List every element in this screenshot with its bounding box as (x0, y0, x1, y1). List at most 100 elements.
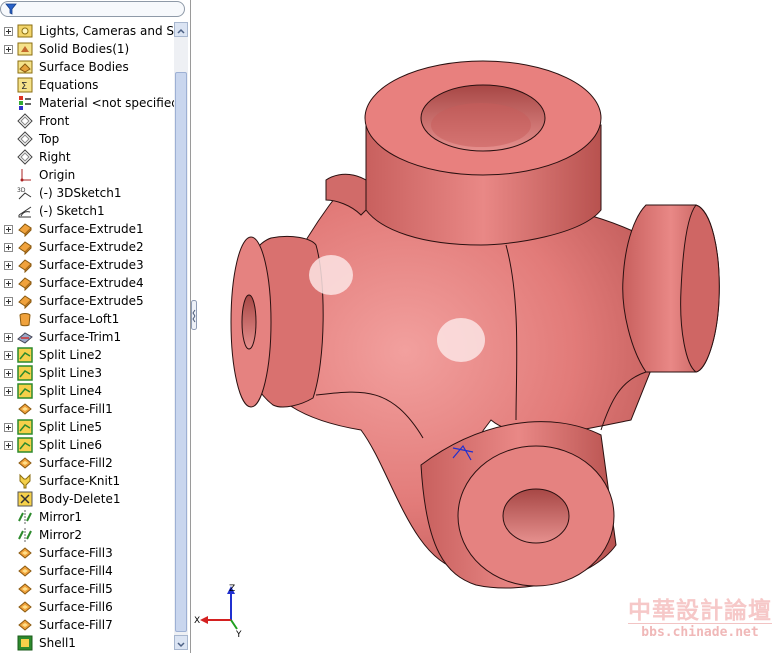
solid-bodies-folder-icon (17, 42, 33, 56)
split-line-icon (17, 419, 33, 435)
orientation-triad: Z X Y (194, 584, 242, 638)
tree-item[interactable]: Surface-Fill6 (0, 598, 174, 616)
tree-item-label: Right (39, 150, 71, 164)
tree-item-label: Surface-Fill6 (39, 600, 113, 614)
expand-plus-icon[interactable] (4, 441, 13, 450)
expand-plus-icon[interactable] (4, 243, 13, 252)
tree-item[interactable]: Surface-Fill2 (0, 454, 174, 472)
tree-item[interactable]: Split Line6 (0, 436, 174, 454)
lights-icon (17, 24, 33, 38)
expand-plus-icon[interactable] (4, 369, 13, 378)
tree-item[interactable]: Surface-Extrude1 (0, 220, 174, 238)
plane-icon (17, 131, 33, 147)
tree-item-label: Surface-Fill5 (39, 582, 113, 596)
tree-item[interactable]: Top (0, 130, 174, 148)
tree-item-label: Surface-Extrude3 (39, 258, 144, 272)
surface-fill-icon (18, 403, 32, 415)
tree-item[interactable]: Right (0, 148, 174, 166)
mirror-icon (18, 528, 32, 542)
tree-item-label: Surface-Fill7 (39, 618, 113, 632)
tree-item[interactable]: Material <not specified (0, 94, 179, 112)
tree-item-label: Surface-Fill1 (39, 402, 113, 416)
origin-icon (20, 169, 31, 182)
tree-item[interactable]: Split Line3 (0, 364, 174, 382)
tree-item-label: Surface-Loft1 (39, 312, 120, 326)
tree-item[interactable]: Surface-Extrude3 (0, 256, 174, 274)
expand-plus-icon[interactable] (4, 261, 13, 270)
expand-plus-icon[interactable] (4, 423, 13, 432)
tree-item[interactable]: Origin (0, 166, 174, 184)
tree-item-label: Equations (39, 78, 99, 92)
expand-plus-icon[interactable] (4, 45, 13, 54)
surface-bodies-folder-icon (17, 60, 33, 74)
surface-fill-icon (18, 457, 32, 469)
tree-item[interactable]: Σ Equations (0, 76, 174, 94)
watermark: 中華設計論壇 bbs.chinade.net (622, 597, 778, 645)
scroll-down-button[interactable] (174, 635, 188, 650)
tree-item[interactable]: Mirror2 (0, 526, 174, 544)
tree-item[interactable]: Surface-Trim1 (0, 328, 174, 346)
chevron-down-icon (177, 642, 185, 648)
tree-item-label: Material <not specified (39, 96, 179, 110)
vertical-scrollbar[interactable] (174, 22, 188, 650)
split-line-icon (17, 347, 33, 363)
material-icon (19, 96, 31, 110)
tree-item[interactable]: Surface-Knit1 (0, 472, 174, 490)
y-axis (230, 619, 238, 630)
tree-item[interactable]: Shell1 (0, 634, 174, 652)
graphics-viewport[interactable] (191, 0, 784, 653)
surface-loft-icon (19, 313, 31, 327)
tree-item[interactable]: Split Line5 (0, 418, 174, 436)
tree-item[interactable]: Surface-Fill5 (0, 580, 174, 598)
tree-item-label: Surface-Extrude4 (39, 276, 144, 290)
feature-tree-list: Lights, Cameras and S Solid Bodies(1) Surf… (0, 22, 179, 652)
expand-plus-icon[interactable] (4, 225, 13, 234)
tree-item-label: Split Line6 (39, 438, 103, 452)
tree-item[interactable]: Surface-Extrude5 (0, 292, 174, 310)
tree-item[interactable]: Body-Delete1 (0, 490, 174, 508)
tree-item-label: Lights, Cameras and S (39, 24, 174, 38)
tree-item[interactable]: Solid Bodies(1) (0, 40, 174, 58)
split-line-icon (17, 383, 33, 399)
watermark-title: 中華設計論壇 (628, 598, 772, 624)
expand-plus-icon[interactable] (4, 27, 13, 36)
watermark-divider (628, 623, 772, 624)
scroll-up-button[interactable] (174, 22, 188, 37)
surface-extrude-icon (18, 241, 32, 255)
tree-item[interactable]: Surface-Loft1 (0, 310, 174, 328)
expand-plus-icon[interactable] (4, 279, 13, 288)
expand-plus-icon[interactable] (4, 387, 13, 396)
x-axis-label: X (194, 616, 200, 626)
surface-extrude-icon (18, 259, 32, 273)
tree-item[interactable]: Surface-Fill3 (0, 544, 174, 562)
tree-item[interactable]: 3D (-) 3DSketch1 (0, 184, 174, 202)
filter-icon[interactable] (5, 3, 17, 15)
tree-item-label: Mirror1 (39, 510, 82, 524)
expand-plus-icon[interactable] (4, 351, 13, 360)
expand-plus-icon[interactable] (4, 297, 13, 306)
tree-item[interactable]: Surface-Extrude4 (0, 274, 174, 292)
tree-item[interactable]: (-) Sketch1 (0, 202, 174, 220)
tree-item[interactable]: Surface-Fill4 (0, 562, 174, 580)
tree-item[interactable]: Split Line2 (0, 346, 174, 364)
tree-item[interactable]: Surface-Extrude2 (0, 238, 174, 256)
surface-extrude-icon (18, 277, 32, 291)
tree-item[interactable]: Surface-Fill1 (0, 400, 174, 418)
surface-fill-icon (18, 565, 32, 577)
plane-icon (17, 113, 33, 129)
tree-item[interactable]: Lights, Cameras and S (0, 22, 174, 40)
tree-item-label: Surface-Knit1 (39, 474, 121, 488)
surface-extrude-icon (18, 223, 32, 237)
tree-item[interactable]: Split Line4 (0, 382, 174, 400)
tree-item[interactable]: Mirror1 (0, 508, 174, 526)
tree-item-label: Surface-Extrude2 (39, 240, 144, 254)
body-delete-icon (17, 491, 33, 507)
tree-item[interactable]: Front (0, 112, 174, 130)
filter-bar[interactable] (0, 1, 185, 17)
tree-item-label: Shell1 (39, 636, 76, 650)
expand-plus-icon[interactable] (4, 333, 13, 342)
scrollbar-thumb[interactable] (175, 72, 187, 632)
watermark-url: bbs.chinade.net (641, 625, 759, 640)
tree-item[interactable]: Surface-Fill7 (0, 616, 174, 634)
tree-item[interactable]: Surface Bodies (0, 58, 174, 76)
